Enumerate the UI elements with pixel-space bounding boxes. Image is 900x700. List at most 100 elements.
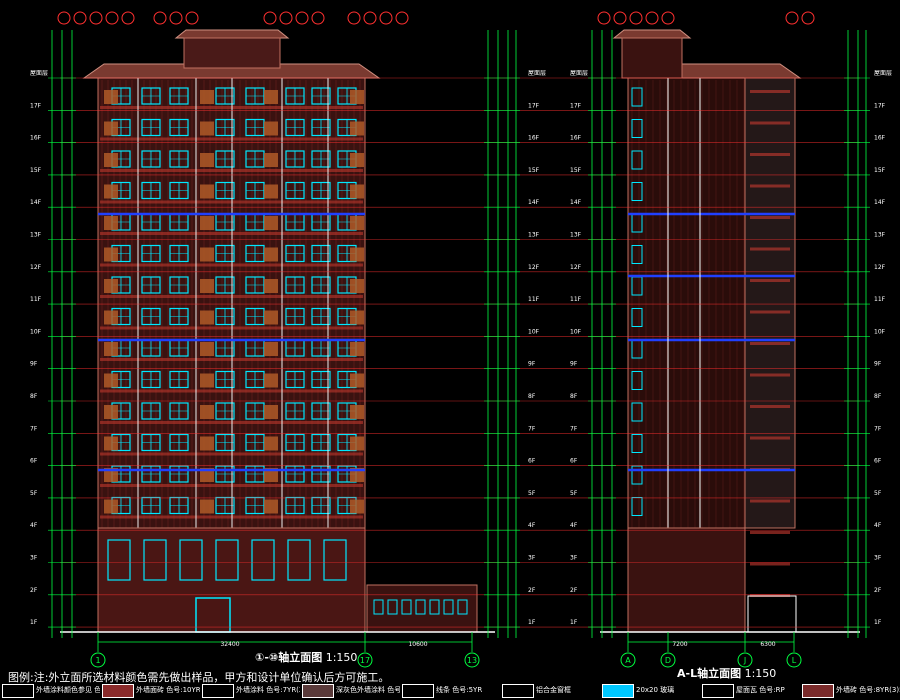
balcony-panel: [350, 310, 364, 325]
floor-label: 17F: [874, 102, 886, 109]
side-railing: [750, 562, 790, 566]
floor-label: 8F: [874, 393, 882, 400]
floor-label: 12F: [528, 264, 540, 271]
balcony-panel: [104, 121, 118, 136]
balcony-panel: [104, 405, 118, 419]
floor-label: 屋面层: [570, 70, 588, 77]
side-podium: [627, 527, 746, 633]
legend-swatch: [602, 684, 634, 698]
side-railing: [750, 184, 790, 188]
floor-label: 7F: [874, 425, 882, 432]
floor-label: 4F: [570, 522, 578, 529]
balcony-panel: [104, 499, 118, 514]
axis-label: 13: [467, 656, 477, 665]
elevation-drawing: 1 17 13 A D J L 屋面层 屋面层 屋面层 屋面层 17F 17F 17F 17F 16F 16F 1…: [0, 0, 900, 700]
side-railing: [750, 90, 790, 93]
floor-label: 1F: [874, 619, 882, 626]
balcony-panel: [350, 153, 364, 167]
legend-label: 外墙面砖 色号:10YR(1): [136, 686, 200, 694]
balcony-panel: [104, 436, 118, 451]
balcony-panel: [264, 216, 278, 230]
dim-value: 32400: [220, 641, 239, 648]
legend-swatch: [702, 684, 734, 698]
floor-label: 11F: [570, 296, 582, 303]
side-railing: [750, 436, 790, 440]
side-railing: [750, 342, 790, 345]
balcony-panel: [200, 90, 214, 104]
floor-label: 1F: [528, 619, 536, 626]
balcony-panel: [104, 90, 118, 104]
floor-label: 1F: [570, 619, 578, 626]
balcony-panel: [104, 310, 118, 325]
side-railing: [750, 216, 790, 219]
floor-label: 16F: [570, 135, 582, 142]
dim-value: 7200: [672, 641, 687, 648]
floor-label: 17F: [570, 102, 582, 109]
floor-label: 13F: [570, 232, 582, 239]
floor-label: 15F: [528, 167, 540, 174]
balcony-panel: [104, 279, 118, 293]
balcony-panel: [200, 499, 214, 514]
floor-label: 2F: [874, 587, 882, 594]
floor-label: 10F: [30, 328, 42, 335]
floor-label: 16F: [30, 135, 42, 142]
legend-panel: 图例:注:外立面所选材料颜色需先做出样品，甲方和设计单位确认后方可施工。 外墙涂…: [0, 667, 900, 700]
balcony-panel: [200, 342, 214, 356]
axis-label: 1: [95, 656, 100, 665]
balcony-panel: [264, 342, 278, 356]
floor-label: 16F: [528, 135, 540, 142]
balcony-panel: [264, 153, 278, 167]
floor-label: 17F: [528, 102, 540, 109]
legend-swatch: [502, 684, 534, 698]
floor-label: 屋面层: [874, 70, 892, 77]
legend-swatch: [402, 684, 434, 698]
balcony-panel: [350, 436, 364, 451]
floor-label: 15F: [874, 167, 886, 174]
side-railing: [750, 153, 790, 156]
balcony-panel: [200, 373, 214, 388]
floor-label: 5F: [30, 490, 38, 497]
axis-label: L: [792, 656, 797, 665]
floor-label: 4F: [30, 522, 38, 529]
floor-label: 6F: [570, 458, 578, 465]
axis-label: D: [665, 656, 671, 665]
axis-label: A: [625, 656, 631, 665]
side-railing: [750, 373, 790, 377]
legend-label: 铝合金窗框: [536, 686, 571, 694]
floor-label: 9F: [30, 361, 38, 368]
floor-label: 8F: [570, 393, 578, 400]
balcony-panel: [200, 436, 214, 451]
legend-label: 20x20 玻璃: [636, 686, 675, 694]
floor-label: 2F: [528, 587, 536, 594]
balcony-panel: [350, 405, 364, 419]
balcony-panel: [264, 279, 278, 293]
balcony-panel: [350, 121, 364, 136]
floor-label: 7F: [570, 425, 578, 432]
side-railing: [750, 247, 790, 251]
balcony-panel: [264, 184, 278, 199]
legend-swatch: [802, 684, 834, 698]
legend-label: 深灰色外墙涂料 色号:8YR(3): [336, 686, 400, 694]
floor-label: 14F: [30, 199, 42, 206]
side-railing: [750, 310, 790, 314]
floor-label: 7F: [528, 425, 536, 432]
floor-label: 3F: [30, 555, 38, 562]
balcony-panel: [350, 90, 364, 104]
side-railing: [750, 121, 790, 125]
side-railing: [750, 279, 790, 282]
side-roof-top: [612, 29, 692, 39]
balcony-panel: [264, 436, 278, 451]
floor-label: 2F: [30, 587, 38, 594]
legend-label: 外墙涂料颜色参见 色号:8YR(3): [36, 686, 100, 694]
balcony-panel: [104, 153, 118, 167]
balcony-panel: [104, 373, 118, 388]
balcony-panel: [264, 247, 278, 262]
dim-value: 10600: [408, 641, 427, 648]
floor-label: 9F: [570, 361, 578, 368]
balcony-panel: [350, 373, 364, 388]
side-stair: [621, 37, 683, 79]
floor-label: 12F: [30, 264, 42, 271]
balcony-panel: [104, 216, 118, 230]
balcony-panel: [350, 216, 364, 230]
floor-label: 12F: [874, 264, 886, 271]
